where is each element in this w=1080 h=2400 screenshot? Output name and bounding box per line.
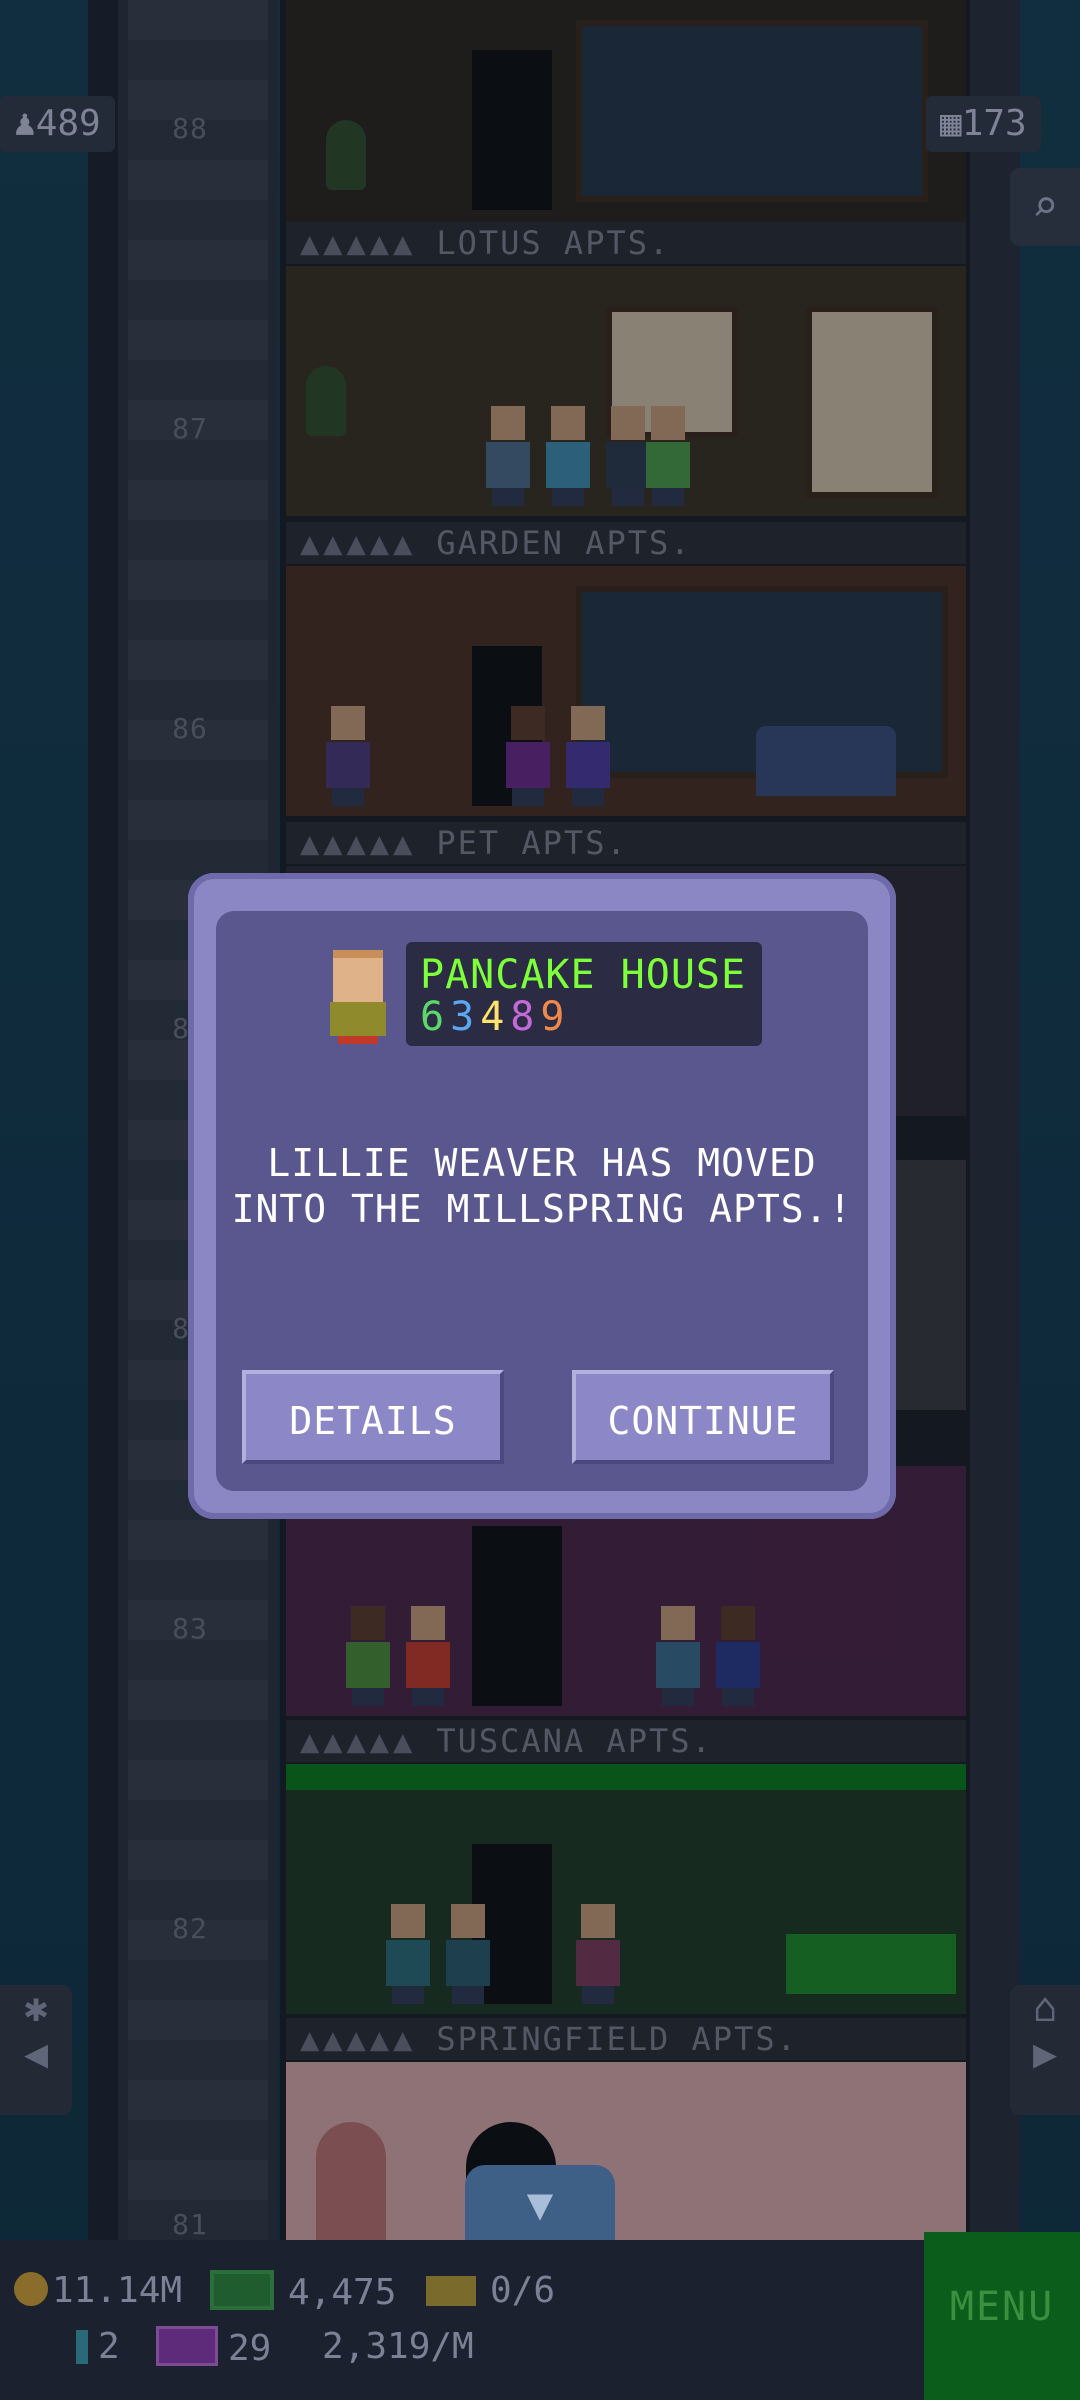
magnifier-icon: ⌕: [1031, 181, 1059, 232]
ticket-icon: [426, 2276, 476, 2306]
dialog-message: LILLIE WEAVER HAS MOVED INTO THE MILLSPR…: [228, 1140, 856, 1232]
chevron-down-icon: ▼: [526, 2179, 554, 2230]
building-icon: ▦: [940, 103, 962, 144]
skill-digits: 63489: [420, 994, 570, 1040]
bitizen-avatar: [330, 950, 386, 1044]
business-name: PANCAKE HOUSE: [420, 952, 747, 998]
home-nav-button[interactable]: ⌂ ▶: [1010, 1985, 1080, 2115]
tickets-stat: 0/6: [426, 2270, 555, 2311]
skill-digit: 3: [450, 994, 481, 1040]
floor-count-badge: ▦173: [926, 96, 1041, 152]
skill-digit: 9: [540, 994, 571, 1040]
person-icon: ♟: [14, 103, 36, 144]
population-badge: ♟489: [0, 96, 115, 152]
bux-stat: 4,475: [210, 2270, 396, 2313]
keys-stat: 2: [76, 2326, 120, 2367]
bottom-bar: [0, 2240, 1080, 2400]
coin-icon: [14, 2272, 48, 2306]
details-button[interactable]: DETAILS: [242, 1370, 504, 1464]
message-line: LILLIE WEAVER HAS MOVED: [267, 1141, 817, 1185]
coins-stat: 11.14M: [14, 2270, 182, 2311]
arrow-right-icon: ▶: [1032, 2031, 1058, 2077]
key-icon: [76, 2330, 88, 2364]
skill-digit: 4: [480, 994, 511, 1040]
arrow-left-icon: ◀: [23, 2031, 49, 2077]
bux-icon: [210, 2270, 274, 2310]
menu-button[interactable]: MENU: [924, 2232, 1080, 2400]
skill-digit: 6: [420, 994, 451, 1040]
dream-job-card: PANCAKE HOUSE 63489: [406, 942, 762, 1046]
person-icon: ✱: [23, 1985, 49, 2031]
tv-icon: [156, 2326, 218, 2366]
elevator-down-button[interactable]: ▼: [465, 2165, 615, 2245]
home-icon: ⌂: [1032, 1985, 1058, 2031]
bitizen-nav-button[interactable]: ✱ ◀: [0, 1985, 72, 2115]
message-line: INTO THE MILLSPRING APTS.!: [231, 1187, 853, 1231]
continue-button[interactable]: CONTINUE: [572, 1370, 834, 1464]
income-rate: 2,319/M: [322, 2326, 474, 2367]
tv-stat: 29: [156, 2326, 271, 2369]
skill-digit: 8: [510, 994, 541, 1040]
search-button[interactable]: ⌕: [1010, 168, 1080, 246]
